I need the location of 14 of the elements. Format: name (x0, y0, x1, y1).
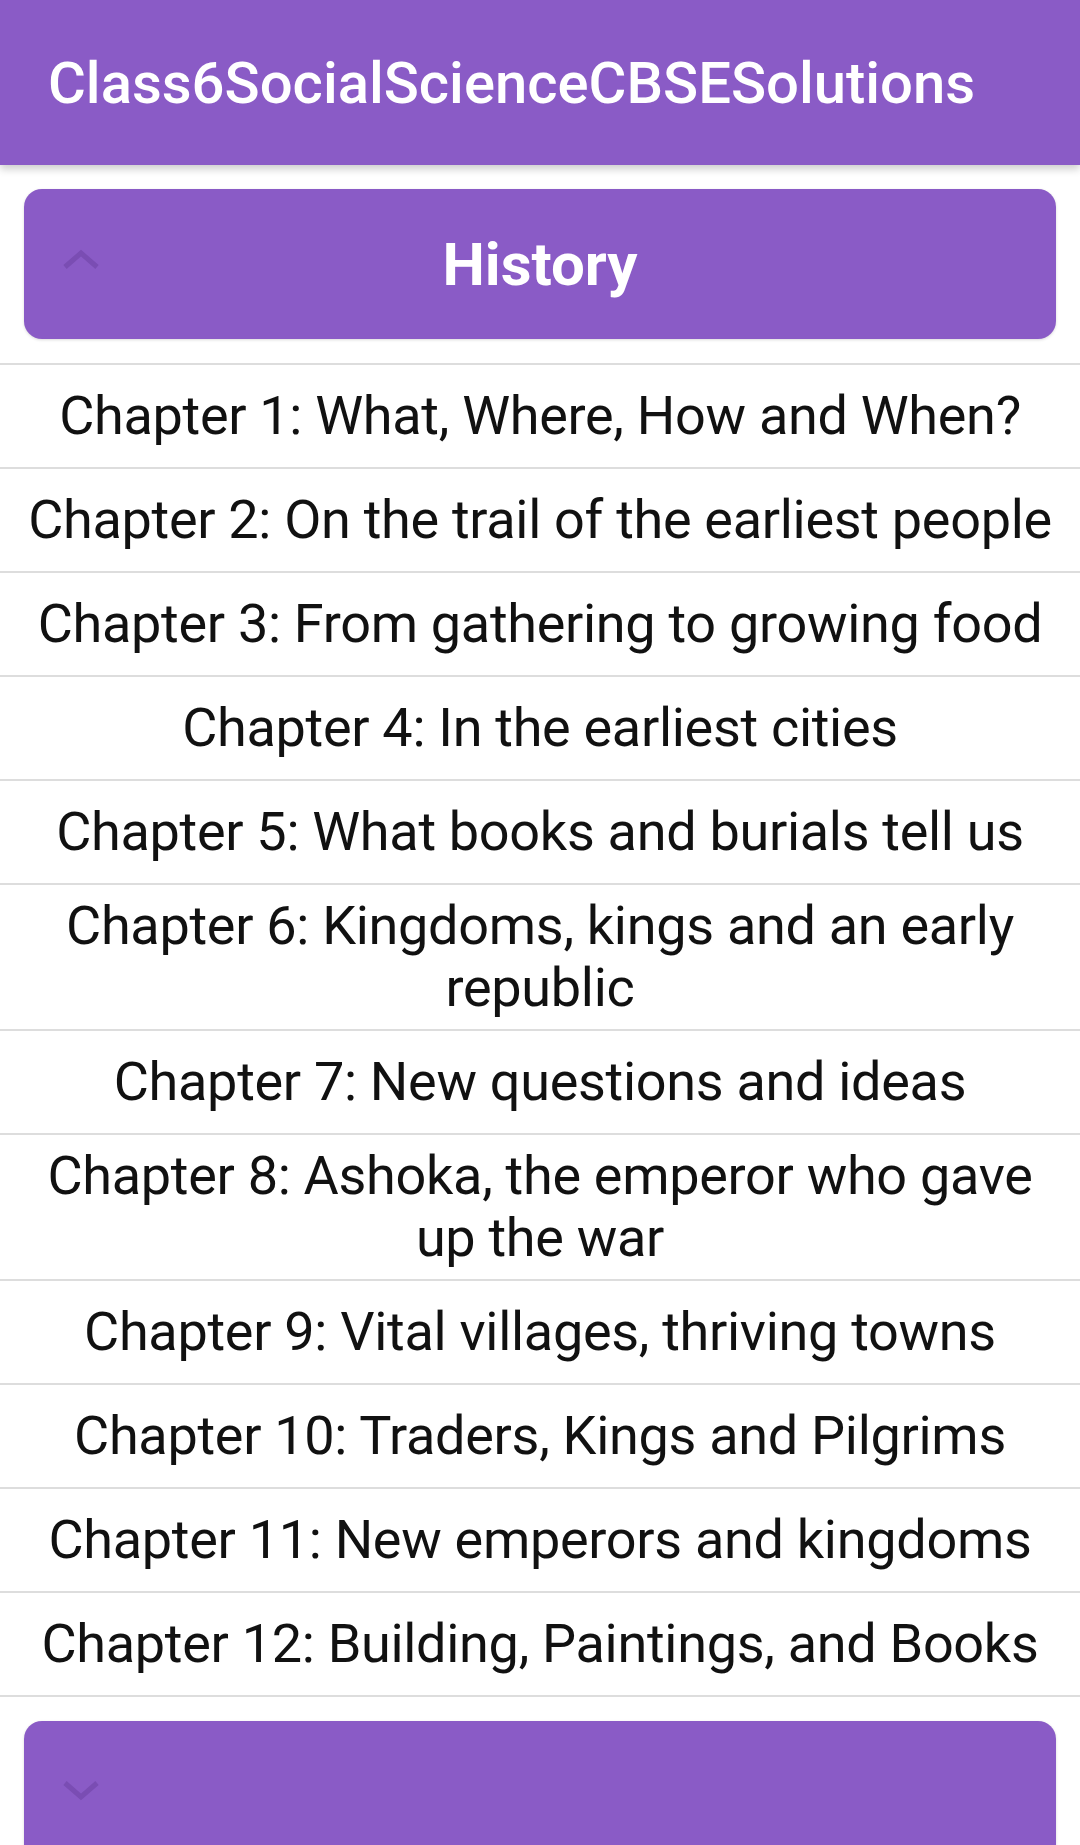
chapter-item[interactable]: Chapter 7: New questions and ideas (0, 1031, 1080, 1135)
chapter-item[interactable]: Chapter 9: Vital villages, thriving towns (0, 1281, 1080, 1385)
chapter-item[interactable]: Chapter 2: On the trail of the earliest people (0, 469, 1080, 573)
chapter-item[interactable]: Chapter 3: From gathering to growing food (0, 573, 1080, 677)
section-header[interactable]: History (24, 189, 1056, 339)
chapter-item[interactable]: Chapter 10: Traders, Kings and Pilgrims (0, 1385, 1080, 1489)
chapter-item[interactable]: Chapter 12: Building, Paintings, and Books (0, 1593, 1080, 1697)
chapter-item[interactable]: Chapter 8: Ashoka, the emperor who gave up the war (0, 1135, 1080, 1281)
chapter-item[interactable]: Chapter 11: New emperors and kingdoms (0, 1489, 1080, 1593)
chapter-item[interactable]: Chapter 6: Kingdoms, kings and an early republic (0, 885, 1080, 1031)
app-title: Class6SocialScienceCBSESolutions (48, 48, 976, 117)
chapter-item[interactable]: Chapter 5: What books and burials tell us (0, 781, 1080, 885)
chapter-item[interactable]: Chapter 1: What, Where, How and When? (0, 365, 1080, 469)
chapter-item[interactable]: Chapter 4: In the earliest cities (0, 677, 1080, 781)
